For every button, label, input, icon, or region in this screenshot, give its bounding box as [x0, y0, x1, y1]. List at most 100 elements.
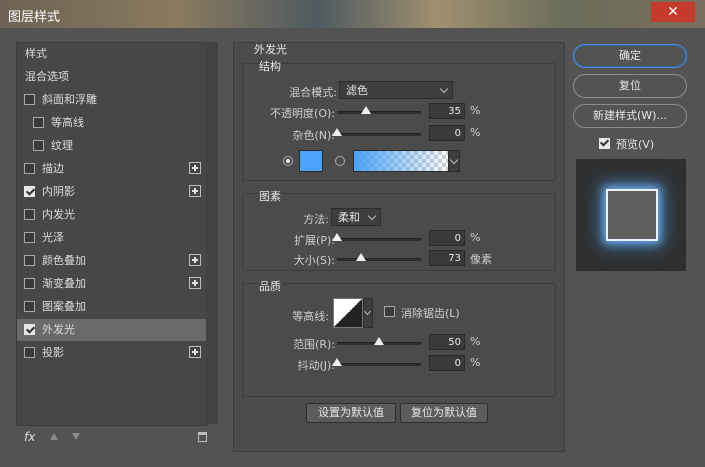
preview-checkbox[interactable] — [599, 138, 610, 149]
ok-button[interactable]: 确定 — [573, 44, 687, 68]
style-list-item-stroke[interactable]: 描边 — [17, 158, 207, 180]
glow-color-swatch[interactable] — [299, 150, 323, 172]
stroke-checkbox[interactable] — [24, 163, 35, 174]
gradient-overlay-checkbox[interactable] — [24, 278, 35, 289]
style-list-item-blending-options[interactable]: 混合选项 — [17, 66, 207, 88]
contour-label: 等高线: — [292, 310, 329, 323]
style-list-label: 投影 — [42, 346, 64, 359]
style-list-item-color-overlay[interactable]: 颜色叠加 — [17, 250, 207, 272]
gradient-radio[interactable] — [335, 156, 345, 166]
style-list-label: 光泽 — [42, 231, 64, 244]
range-input[interactable]: 50 — [429, 334, 465, 350]
inner-shadow-checkbox[interactable] — [24, 186, 35, 197]
jitter-input[interactable]: 0 — [429, 355, 465, 371]
style-list-item-gradient-overlay[interactable]: 渐变叠加 — [17, 273, 207, 295]
style-list-item-drop-shadow[interactable]: 投影 — [17, 342, 207, 364]
elements-group: 图素 方法: 柔和 扩展(P): 0 % 大小(S): 73 像素 — [242, 190, 556, 271]
size-slider-thumb[interactable] — [356, 253, 367, 261]
range-slider[interactable] — [337, 337, 421, 345]
quality-title: 品质 — [259, 280, 281, 293]
spread-slider-thumb[interactable] — [332, 233, 342, 241]
style-list-item-inner-glow[interactable]: 内发光 — [17, 204, 207, 226]
size-label: 大小(S): — [293, 254, 335, 267]
inner-glow-checkbox[interactable] — [24, 209, 35, 220]
opacity-slider[interactable] — [337, 106, 421, 114]
window-titlebar: 图层样式 ✕ — [0, 0, 705, 28]
add-inner-shadow-icon[interactable] — [189, 185, 201, 197]
spread-slider[interactable] — [332, 233, 421, 241]
opacity-slider-thumb[interactable] — [361, 106, 372, 114]
style-list-item-inner-shadow[interactable]: 内阴影 — [17, 181, 207, 203]
close-button[interactable]: ✕ — [651, 2, 695, 22]
method-label: 方法: — [303, 213, 329, 226]
bevel-emboss-checkbox[interactable] — [24, 94, 35, 105]
elements-title: 图素 — [259, 190, 281, 203]
jitter-slider-thumb[interactable] — [332, 358, 342, 366]
style-list-item-bevel-emboss[interactable]: 斜面和浮雕 — [17, 89, 207, 111]
add-stroke-icon[interactable] — [189, 162, 201, 174]
range-slider-thumb[interactable] — [374, 337, 384, 345]
size-slider[interactable] — [337, 253, 421, 261]
style-list-item-satin[interactable]: 光泽 — [17, 227, 207, 249]
style-list-label: 纹理 — [51, 139, 73, 152]
move-down-icon[interactable] — [72, 433, 80, 440]
outer-glow-checkbox[interactable] — [24, 324, 35, 335]
antialias-checkbox[interactable] — [384, 306, 395, 317]
range-label: 范围(R): — [293, 338, 335, 351]
style-list-label: 斜面和浮雕 — [42, 93, 97, 106]
satin-checkbox[interactable] — [24, 232, 35, 243]
style-list-label: 混合选项 — [25, 70, 69, 83]
style-list-item-texture[interactable]: 纹理 — [17, 135, 207, 157]
noise-label: 杂色(N): — [292, 129, 335, 142]
move-up-icon[interactable] — [50, 433, 58, 440]
reset-to-default-button[interactable]: 复位为默认值 — [400, 403, 488, 423]
quality-group: 品质 等高线: 消除锯齿(L) 范围(R): 50 % 抖动(J): 0 % — [242, 280, 556, 397]
spread-input[interactable]: 0 — [429, 230, 465, 246]
style-list-scrollbar[interactable] — [206, 42, 218, 424]
jitter-label: 抖动(J): — [297, 359, 335, 372]
contour-preview[interactable] — [333, 298, 363, 328]
style-list-label: 颜色叠加 — [42, 254, 86, 267]
style-list-footer: fx — [16, 430, 216, 448]
gradient-picker-chevron-icon[interactable] — [448, 150, 460, 172]
noise-slider[interactable] — [332, 128, 421, 136]
noise-slider-thumb[interactable] — [332, 128, 342, 136]
style-list-item-styles[interactable]: 样式 — [17, 43, 207, 65]
style-list-label: 描边 — [42, 162, 64, 175]
style-list-item-pattern-overlay[interactable]: 图案叠加 — [17, 296, 207, 318]
add-gradient-overlay-icon[interactable] — [189, 277, 201, 289]
style-list: 样式 混合选项 斜面和浮雕 等高线 纹理 描边 内阴影 内发光 光泽 颜色叠加 … — [16, 42, 208, 426]
blend-mode-select[interactable]: 滤色 — [339, 81, 453, 99]
new-style-button[interactable]: 新建样式(W)... — [573, 104, 687, 128]
range-unit: % — [470, 335, 481, 348]
trash-icon[interactable] — [198, 432, 207, 442]
style-list-label: 渐变叠加 — [42, 277, 86, 290]
opacity-input[interactable]: 35 — [429, 103, 465, 119]
structure-group: 结构 混合模式: 滤色 不透明度(O): 35 % 杂色(N): 0 % — [242, 60, 556, 181]
jitter-slider[interactable] — [332, 358, 421, 366]
size-input[interactable]: 73 — [429, 250, 465, 266]
make-default-button[interactable]: 设置为默认值 — [306, 403, 396, 423]
add-drop-shadow-icon[interactable] — [189, 346, 201, 358]
drop-shadow-checkbox[interactable] — [24, 347, 35, 358]
contour-checkbox[interactable] — [33, 117, 44, 128]
add-color-overlay-icon[interactable] — [189, 254, 201, 266]
glow-gradient-swatch[interactable] — [353, 150, 449, 172]
method-value: 柔和 — [338, 211, 360, 224]
method-select[interactable]: 柔和 — [331, 208, 381, 226]
pattern-overlay-checkbox[interactable] — [24, 301, 35, 312]
reset-button[interactable]: 复位 — [573, 74, 687, 98]
jitter-unit: % — [470, 356, 481, 369]
style-preview — [576, 159, 686, 271]
style-list-item-contour[interactable]: 等高线 — [17, 112, 207, 134]
contour-chevron-icon[interactable] — [363, 298, 373, 328]
texture-checkbox[interactable] — [33, 140, 44, 151]
noise-input[interactable]: 0 — [429, 125, 465, 141]
chevron-down-icon — [439, 84, 449, 94]
solid-color-radio[interactable] — [283, 156, 293, 166]
chevron-down-icon — [367, 211, 377, 221]
structure-title: 结构 — [259, 60, 281, 73]
style-list-item-outer-glow[interactable]: 外发光 — [17, 319, 207, 341]
fx-icon[interactable]: fx — [24, 430, 35, 444]
color-overlay-checkbox[interactable] — [24, 255, 35, 266]
